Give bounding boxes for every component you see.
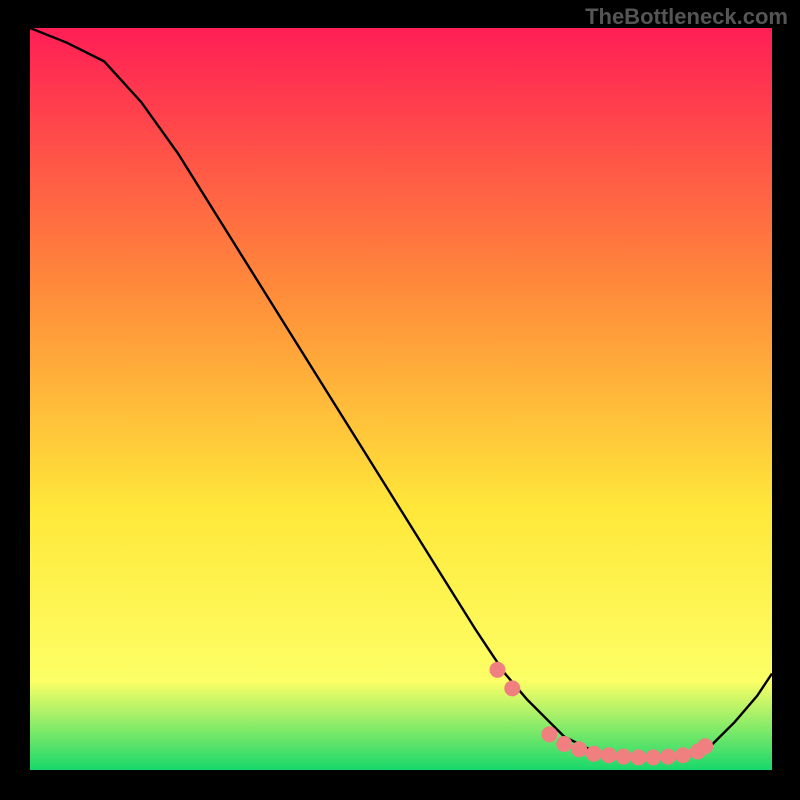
- data-marker: [601, 747, 617, 763]
- data-marker: [571, 741, 587, 757]
- chart-svg: [30, 28, 772, 770]
- data-marker: [504, 680, 520, 696]
- watermark-label: TheBottleneck.com: [585, 4, 788, 30]
- data-marker: [675, 747, 691, 763]
- chart-background: [30, 28, 772, 770]
- data-marker: [645, 749, 661, 765]
- data-marker: [630, 749, 646, 765]
- data-marker: [697, 738, 713, 754]
- data-marker: [541, 726, 557, 742]
- data-marker: [556, 736, 572, 752]
- data-marker: [490, 662, 506, 678]
- data-marker: [586, 746, 602, 762]
- chart-plot-area: [30, 28, 772, 770]
- data-marker: [616, 749, 632, 765]
- data-marker: [660, 749, 676, 765]
